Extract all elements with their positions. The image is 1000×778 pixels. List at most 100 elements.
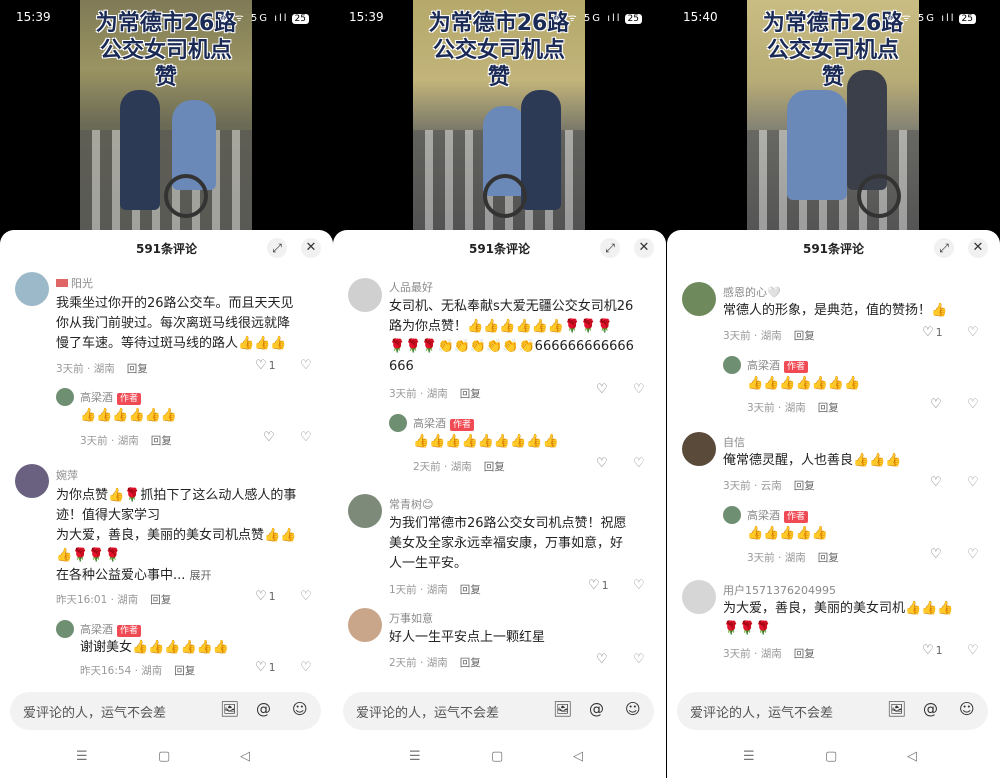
expand-more-link[interactable]: 展开 [190,569,212,582]
reply-button[interactable]: 回复 [794,648,815,660]
back-nav-icon[interactable]: ◁ [573,749,583,764]
at-icon[interactable]: @ [589,700,604,718]
broken-heart-icon[interactable]: ♡ [300,660,312,675]
close-icon[interactable]: ✕ [301,238,321,258]
broken-heart-icon[interactable]: ♡ [633,578,645,593]
avatar[interactable] [723,356,741,374]
broken-heart-icon[interactable]: ♡ [967,475,979,490]
avatar[interactable] [348,278,382,312]
video-player[interactable]: 为常德市26路 公交女司机点 赞 [80,0,252,230]
broken-heart-icon[interactable]: ♡ [300,589,312,604]
at-icon[interactable]: @ [256,700,271,718]
avatar[interactable] [682,282,716,316]
video-title-line: 公交女司机点 [99,38,232,63]
broken-heart-icon[interactable]: ♡ [633,456,645,471]
heart-icon[interactable]: ♡ [930,547,942,562]
heart-icon[interactable]: ♡ [930,475,942,490]
comment-username[interactable]: 用户1571376204995 [723,582,836,598]
menu-nav-icon[interactable]: ☰ [76,749,88,764]
reply-username[interactable]: 高梁酒 作者 [80,389,142,405]
reply-button[interactable]: 回复 [151,435,172,447]
home-nav-icon[interactable]: ▢ [158,749,170,764]
menu-nav-icon[interactable]: ☰ [409,749,421,764]
reply-button[interactable]: 回复 [174,665,195,677]
like-button[interactable]: ♡ 1 [922,643,943,658]
heart-icon[interactable]: ♡ [930,397,942,412]
avatar[interactable] [348,494,382,528]
like-button[interactable]: ♡ 1 [255,589,276,604]
avatar[interactable] [348,608,382,642]
comment-list[interactable]: 人品最好 女司机、无私奉献s大爱无疆公交女司机26 路为你点赞！👍👍👍👍👍👍🌹🌹… [333,266,666,688]
reply-button[interactable]: 回复 [794,330,815,342]
reply-button[interactable]: 回复 [460,584,481,596]
reply-username[interactable]: 高梁酒 作者 [747,507,809,523]
broken-heart-icon[interactable]: ♡ [967,397,979,412]
home-nav-icon[interactable]: ▢ [825,749,837,764]
heart-icon[interactable]: ♡ [596,382,608,397]
avatar[interactable] [56,388,74,406]
like-button[interactable]: ♡ 1 [588,578,609,593]
close-icon[interactable]: ✕ [634,238,654,258]
image-icon[interactable]: 🖼 [553,700,572,718]
broken-heart-icon[interactable]: ♡ [967,643,979,658]
avatar[interactable] [682,580,716,614]
reply-button[interactable]: 回复 [460,388,481,400]
emoji-icon[interactable]: ☺ [625,700,641,718]
at-icon[interactable]: @ [923,700,938,718]
emoji-icon[interactable]: ☺ [292,700,308,718]
image-icon[interactable]: 🖼 [887,700,906,718]
comment-username[interactable]: 人品最好 [389,279,433,295]
avatar[interactable] [56,620,74,638]
reply-username[interactable]: 高梁酒 作者 [747,357,809,373]
comment-username[interactable]: 感恩的心🤍 [723,284,781,300]
comment-list[interactable]: 感恩的心🤍 常德人的形象，是典范，值的赞扬！👍 3天前 · 湖南 回复 ♡ 1 ♡ … [667,266,1000,688]
reply-username[interactable]: 高梁酒 作者 [413,415,475,431]
menu-nav-icon[interactable]: ☰ [743,749,755,764]
like-button[interactable]: ♡ 1 [255,660,276,675]
broken-heart-icon[interactable]: ♡ [633,382,645,397]
heart-icon[interactable]: ♡ [596,456,608,471]
broken-heart-icon[interactable]: ♡ [300,430,312,445]
video-player[interactable]: 为常德市26路 公交女司机点 赞 [413,0,585,230]
heart-icon[interactable]: ♡ [263,430,275,445]
reply-button[interactable]: 回复 [794,480,815,492]
reply-button[interactable]: 回复 [818,402,839,414]
close-icon[interactable]: ✕ [968,238,988,258]
reply-button[interactable]: 回复 [150,594,171,606]
comment-username[interactable]: 常青树😊 [389,496,433,512]
reply-button[interactable]: 回复 [460,657,481,669]
reply-button[interactable]: 回复 [127,363,148,375]
broken-heart-icon[interactable]: ♡ [967,547,979,562]
video-player[interactable]: 为常德市26路 公交女司机点 赞 [747,0,919,230]
avatar[interactable] [15,272,49,306]
like-button[interactable]: ♡ 1 [922,325,943,340]
comment-username[interactable]: 自信 [723,434,745,450]
avatar[interactable] [723,506,741,524]
comment-input[interactable]: 爱评论的人，运气不会差 🖼 @ ☺ [677,692,988,730]
avatar[interactable] [682,432,716,466]
avatar[interactable] [15,464,49,498]
comment-username[interactable]: 阳光 [56,275,93,291]
reply-button[interactable]: 回复 [484,461,505,473]
comment-username[interactable]: 万事如意 [389,610,433,626]
image-icon[interactable]: 🖼 [220,700,239,718]
expand-icon[interactable]: ⤢ [934,238,954,258]
back-nav-icon[interactable]: ◁ [240,749,250,764]
comment-list[interactable]: 阳光 我乘坐过你开的26路公交车。而且天天见 你从我门前驶过。每次离斑马线很远就… [0,266,333,688]
avatar[interactable] [389,414,407,432]
comment-input[interactable]: 爱评论的人，运气不会差 🖼 @ ☺ [10,692,321,730]
expand-icon[interactable]: ⤢ [267,238,287,258]
like-button[interactable]: ♡ 1 [255,358,276,373]
reply-button[interactable]: 回复 [818,552,839,564]
comment-input[interactable]: 爱评论的人，运气不会差 🖼 @ ☺ [343,692,654,730]
broken-heart-icon[interactable]: ♡ [967,325,979,340]
back-nav-icon[interactable]: ◁ [907,749,917,764]
broken-heart-icon[interactable]: ♡ [300,358,312,373]
heart-icon[interactable]: ♡ [596,652,608,667]
expand-icon[interactable]: ⤢ [600,238,620,258]
home-nav-icon[interactable]: ▢ [491,749,503,764]
emoji-icon[interactable]: ☺ [959,700,975,718]
reply-username[interactable]: 高梁酒 作者 [80,621,142,637]
broken-heart-icon[interactable]: ♡ [633,652,645,667]
comment-username[interactable]: 婉萍 [56,467,78,483]
